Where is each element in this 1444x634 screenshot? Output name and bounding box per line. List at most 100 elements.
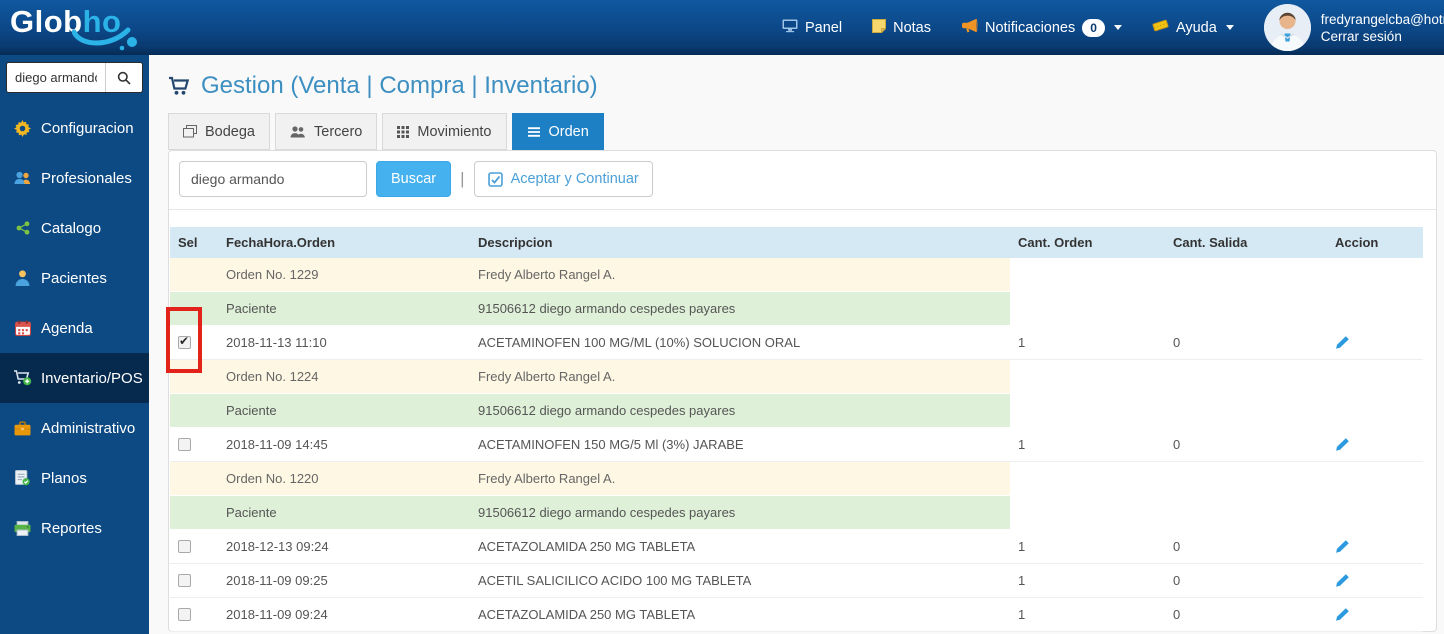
monitor-icon bbox=[782, 19, 798, 37]
logo-swoosh-icon bbox=[72, 27, 137, 51]
tab-tercero[interactable]: Tercero bbox=[275, 113, 378, 150]
search-row: Buscar | Aceptar y Continuar bbox=[169, 151, 1436, 210]
professionals-icon bbox=[13, 171, 32, 185]
edit-icon[interactable] bbox=[1335, 437, 1350, 452]
nav-ayuda-label: Ayuda bbox=[1175, 19, 1217, 36]
table-row-order: Orden No. 1229 Fredy Alberto Rangel A. bbox=[170, 258, 1423, 292]
order-number: Orden No. 1224 bbox=[218, 360, 470, 393]
page-title: Gestion (Venta | Compra | Inventario) bbox=[168, 72, 1444, 100]
patient-icon bbox=[13, 270, 32, 286]
table-row-patient: Paciente 91506612 diego armando cespedes… bbox=[170, 292, 1423, 326]
sidebar-item-catalogo[interactable]: Catalogo bbox=[0, 203, 149, 253]
gear-icon bbox=[13, 119, 32, 137]
item-description: ACETAZOLAMIDA 250 MG TABLETA bbox=[478, 539, 696, 554]
notifications-count-badge: 0 bbox=[1082, 18, 1105, 37]
nav-notificaciones[interactable]: Notificaciones 0 bbox=[961, 18, 1122, 37]
ticket-icon bbox=[1152, 19, 1169, 36]
top-navbar: Globho Panel Notas Notificaciones 0 Ayud… bbox=[0, 0, 1444, 55]
nav-ayuda[interactable]: Ayuda bbox=[1152, 19, 1234, 36]
orden-panel: Buscar | Aceptar y Continuar Sel FechaHo… bbox=[168, 150, 1437, 632]
sidebar-item-profesionales[interactable]: Profesionales bbox=[0, 153, 149, 203]
item-cant-orden: 1 bbox=[1018, 335, 1026, 350]
item-cant-orden: 1 bbox=[1018, 573, 1026, 588]
header-sel: Sel bbox=[178, 235, 198, 250]
table-row-order: Orden No. 1224 Fredy Alberto Rangel A. bbox=[170, 360, 1423, 394]
row-select-checkbox[interactable] bbox=[178, 438, 191, 451]
cart-plus-icon bbox=[13, 370, 32, 386]
sidebar-item-reportes[interactable]: Reportes bbox=[0, 503, 149, 553]
nav-panel-label: Panel bbox=[805, 19, 843, 36]
document-check-icon bbox=[13, 470, 32, 486]
search-button[interactable] bbox=[105, 63, 141, 92]
item-cant-salida: 0 bbox=[1173, 437, 1181, 452]
sidebar-item-administrativo[interactable]: Administrativo bbox=[0, 403, 149, 453]
patient-value: 91506612 diego armando cespedes payares bbox=[470, 292, 1010, 325]
calendar-icon bbox=[13, 320, 32, 336]
nav-notas[interactable]: Notas bbox=[872, 18, 931, 37]
item-datetime: 2018-12-13 09:24 bbox=[226, 539, 329, 554]
item-cant-orden: 1 bbox=[1018, 539, 1026, 554]
horn-icon bbox=[961, 18, 978, 37]
nav-panel[interactable]: Panel bbox=[782, 19, 842, 37]
sidebar-item-label: Administrativo bbox=[41, 419, 136, 437]
row-select-checkbox[interactable] bbox=[178, 608, 191, 621]
sidebar-item-label: Catalogo bbox=[41, 219, 102, 237]
order-owner: Fredy Alberto Rangel A. bbox=[470, 258, 1010, 291]
header-fechahora: FechaHora.Orden bbox=[226, 235, 336, 250]
note-icon bbox=[872, 18, 887, 37]
avatar[interactable] bbox=[1263, 4, 1311, 51]
aceptar-continuar-button[interactable]: Aceptar y Continuar bbox=[473, 161, 653, 197]
sidebar-search bbox=[6, 62, 143, 93]
chevron-down-icon bbox=[1225, 25, 1234, 30]
edit-icon[interactable] bbox=[1335, 607, 1350, 622]
user-block: fredyrangelcba@hotmail.com Cerrar sesión bbox=[1263, 4, 1444, 51]
edit-icon[interactable] bbox=[1335, 335, 1350, 350]
item-description: ACETAMINOFEN 100 MG/ML (10%) SOLUCION OR… bbox=[478, 335, 801, 350]
header-accion: Accion bbox=[1335, 235, 1379, 250]
sidebar-item-planos[interactable]: Planos bbox=[0, 453, 149, 503]
logout-link[interactable]: Cerrar sesión bbox=[1321, 28, 1444, 45]
search-icon bbox=[117, 71, 131, 85]
grid-icon bbox=[397, 125, 410, 138]
window-icon bbox=[183, 125, 197, 138]
printer-icon bbox=[13, 520, 32, 536]
orders-table: Sel FechaHora.Orden Descripcion Cant. Or… bbox=[170, 227, 1423, 632]
buscar-button[interactable]: Buscar bbox=[376, 161, 452, 197]
sidebar-item-pacientes[interactable]: Pacientes bbox=[0, 253, 149, 303]
table-row-item: 2018-11-09 14:45 ACETAMINOFEN 150 MG/5 M… bbox=[170, 428, 1423, 462]
main-content: Gestion (Venta | Compra | Inventario) Bo… bbox=[149, 55, 1444, 634]
sidebar-search-input[interactable] bbox=[7, 63, 105, 92]
sidebar-item-configuracion[interactable]: Configuracion bbox=[0, 103, 149, 153]
table-row-item: 2018-11-09 09:25 ACETIL SALICILICO ACIDO… bbox=[170, 564, 1423, 598]
sidebar-item-label: Inventario/POS bbox=[41, 369, 143, 387]
tab-movimiento[interactable]: Movimiento bbox=[382, 113, 507, 150]
patient-label: Paciente bbox=[218, 292, 470, 325]
separator: | bbox=[460, 169, 465, 188]
item-cant-salida: 0 bbox=[1173, 335, 1181, 350]
user-email: fredyrangelcba@hotmail.com bbox=[1320, 11, 1444, 27]
orden-search-input[interactable] bbox=[179, 161, 367, 197]
table-row-item: 2018-11-09 09:24 ACETAZOLAMIDA 250 MG TA… bbox=[170, 598, 1423, 632]
tab-orden[interactable]: Orden bbox=[511, 113, 604, 150]
item-datetime: 2018-11-09 09:24 bbox=[226, 607, 328, 622]
item-cant-salida: 0 bbox=[1173, 539, 1181, 554]
briefcase-icon bbox=[13, 420, 32, 436]
edit-icon[interactable] bbox=[1335, 573, 1350, 588]
edit-icon[interactable] bbox=[1335, 539, 1350, 554]
patient-value: 91506612 diego armando cespedes payares bbox=[470, 394, 1010, 427]
row-select-checkbox[interactable] bbox=[178, 540, 191, 553]
cart-icon bbox=[169, 76, 190, 95]
sidebar-item-label: Agenda bbox=[41, 319, 93, 337]
table-row-item: 2018-12-13 09:24 ACETAZOLAMIDA 250 MG TA… bbox=[170, 530, 1423, 564]
sidebar-item-label: Reportes bbox=[41, 519, 102, 537]
row-select-checkbox[interactable] bbox=[178, 574, 191, 587]
header-cant-salida: Cant. Salida bbox=[1173, 235, 1248, 250]
sidebar-item-inventario-pos[interactable]: Inventario/POS bbox=[0, 353, 149, 403]
header-cant-orden: Cant. Orden bbox=[1018, 235, 1093, 250]
item-datetime: 2018-11-09 09:25 bbox=[226, 573, 328, 588]
patient-label: Paciente bbox=[218, 394, 470, 427]
header-descripcion: Descripcion bbox=[478, 235, 553, 250]
sidebar-item-agenda[interactable]: Agenda bbox=[0, 303, 149, 353]
row-select-checkbox[interactable] bbox=[178, 334, 191, 349]
tab-bodega[interactable]: Bodega bbox=[168, 113, 270, 150]
